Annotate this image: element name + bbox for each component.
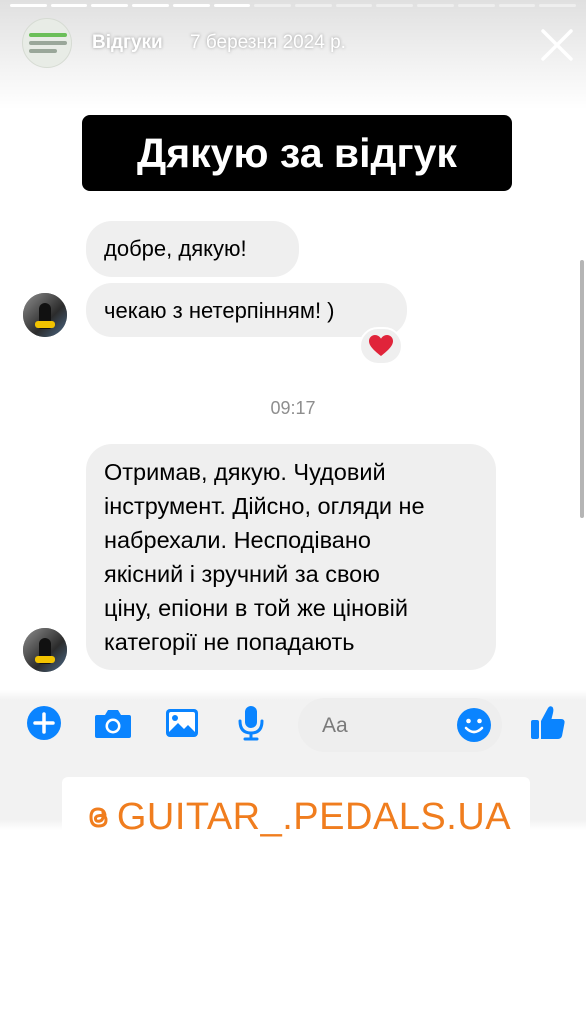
avatar-guitar — [35, 321, 55, 328]
like-button[interactable] — [528, 703, 568, 743]
progress-segment — [335, 4, 373, 7]
progress-segment — [539, 4, 577, 7]
close-icon — [541, 29, 573, 61]
message-text: добре, дякую! — [104, 236, 247, 261]
progress-segment — [172, 4, 210, 7]
story-username[interactable]: Відгуки — [92, 32, 163, 54]
message-line: набрехали. Несподівано — [104, 527, 371, 553]
message-line: категорії не попадають — [104, 629, 355, 655]
progress-segment — [50, 4, 88, 7]
message-bubble[interactable]: чекаю з нетерпінням! ) — [86, 283, 407, 337]
avatar-line — [29, 33, 67, 37]
threads-icon — [89, 807, 108, 828]
voice-button[interactable] — [231, 703, 271, 743]
message-composer: Aa — [0, 695, 586, 759]
avatar-guitar — [35, 656, 55, 663]
gallery-button[interactable] — [162, 703, 202, 743]
top-shade — [0, 0, 586, 110]
emoji-icon[interactable] — [456, 707, 492, 743]
image-icon — [166, 709, 198, 737]
message-bubble[interactable]: добре, дякую! — [86, 221, 299, 277]
instagram-handle-sticker: GUITAR_.PEDALS.UA — [62, 777, 530, 857]
message-line: Отримав, дякую. Чудовий — [104, 459, 386, 485]
story-screen: Відгуки 7 березня 2024 р. Дякую за відгу… — [0, 0, 586, 1024]
story-progress-bar — [10, 4, 577, 7]
plus-icon — [27, 706, 61, 740]
progress-segment — [91, 4, 129, 7]
microphone-icon — [238, 706, 264, 741]
progress-segment — [376, 4, 414, 7]
message-bubble[interactable]: Отримав, дякую. Чудовий інструмент. Дійс… — [86, 444, 496, 670]
message-input[interactable]: Aa — [298, 698, 502, 752]
heart-icon — [369, 335, 393, 356]
close-button[interactable] — [538, 26, 576, 64]
message-line: інструмент. Дійсно, огляди не — [104, 493, 425, 519]
camera-icon — [95, 710, 131, 738]
reaction-badge[interactable] — [359, 327, 403, 365]
progress-segment — [254, 4, 292, 7]
message-timestamp: 09:17 — [270, 398, 316, 418]
progress-segment — [10, 4, 47, 7]
progress-segment — [132, 4, 169, 7]
title-banner: Дякую за відгук — [82, 115, 512, 191]
camera-button[interactable] — [93, 703, 133, 743]
title-text: Дякую за відгук — [137, 129, 457, 176]
progress-segment — [457, 4, 495, 7]
story-date: 7 березня 2024 р. — [190, 32, 346, 53]
progress-segment — [295, 4, 332, 7]
add-button[interactable] — [24, 703, 64, 743]
handle-row: GUITAR_.PEDALS.UA — [81, 796, 511, 839]
story-avatar[interactable] — [22, 18, 72, 68]
progress-segment — [417, 4, 454, 7]
message-line: якісний і зручний за свою — [104, 561, 380, 587]
avatar-line — [29, 41, 67, 45]
handle-text: GUITAR_.PEDALS.UA — [116, 795, 512, 838]
thumbs-up-icon — [531, 706, 565, 739]
sender-avatar[interactable] — [23, 628, 67, 672]
scrollbar[interactable] — [580, 260, 584, 518]
progress-segment — [498, 4, 536, 7]
avatar-line — [29, 49, 57, 53]
progress-segment — [213, 4, 251, 7]
message-text: чекаю з нетерпінням! ) — [104, 298, 335, 323]
message-line: ціну, епіони в той же ціновій — [104, 595, 408, 621]
message-input-placeholder: Aa — [322, 714, 348, 737]
sender-avatar[interactable] — [23, 293, 67, 337]
